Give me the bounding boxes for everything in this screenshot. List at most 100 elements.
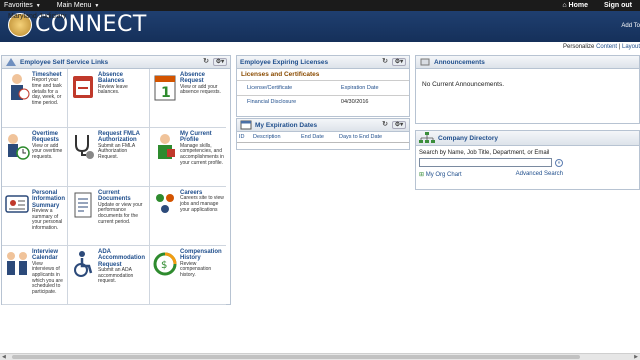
home-label: Home xyxy=(568,2,588,9)
ess-tile-desc: View interviews of applicants in which y… xyxy=(32,260,63,295)
ess-tile[interactable]: Current Documents Update or view your per… xyxy=(68,187,150,246)
interview-icon xyxy=(7,252,27,275)
chevron-down-icon: ▼ xyxy=(94,2,100,9)
timesheet-icon xyxy=(11,74,30,100)
ess-tile[interactable]: Timesheet Report your time and task detai… xyxy=(2,69,68,128)
ess-tile-title[interactable]: ADA Accommodation Request xyxy=(98,249,147,268)
ess-tile[interactable]: Personal Information Summary Review a sum… xyxy=(2,187,68,246)
stethoscope-icon xyxy=(75,135,94,159)
personalize-bar: Personalize Content | Layout xyxy=(563,44,640,50)
overtime-clock-icon xyxy=(8,134,30,160)
column-header: End Date xyxy=(299,132,337,143)
home-link[interactable]: ⌂ Home xyxy=(558,0,592,11)
ess-tile[interactable]: Careers Careers site to view jobs and man… xyxy=(150,187,226,246)
scroll-right-icon[interactable]: ▶ xyxy=(634,354,638,360)
ess-tile[interactable]: Absence Balances Review leave balances. xyxy=(68,69,150,128)
pagelet-header: Employee Expiring Licenses ↻ ⚙▾ xyxy=(237,56,409,69)
ess-tile[interactable]: My Current Profile Manage skills, compete… xyxy=(150,128,226,187)
search-go-button[interactable]: » xyxy=(555,158,563,167)
directory-search-input[interactable] xyxy=(419,158,552,167)
ess-tile[interactable]: $ Compensation History Review compensation… xyxy=(150,246,226,305)
pagelet-header: Company Directory xyxy=(416,131,639,146)
scrollbar-thumb[interactable] xyxy=(12,355,580,359)
column-header: ID xyxy=(237,132,251,143)
scroll-left-icon[interactable]: ◀ xyxy=(2,354,6,360)
advanced-search-link[interactable]: Advanced Search xyxy=(516,171,563,178)
gear-icon[interactable]: ⚙▾ xyxy=(392,58,406,66)
add-to-link[interactable]: Add To xyxy=(621,23,640,29)
expiration-table: ID Description End Date Days to End Date xyxy=(237,132,409,143)
document-icon xyxy=(74,192,92,218)
org-chart-link[interactable]: ⊞ My Org Chart xyxy=(419,171,462,178)
company-directory-pagelet: Company Directory Search by Name, Job Ti… xyxy=(415,130,640,190)
column-header: Description xyxy=(251,132,299,143)
personalize-content-link[interactable]: Content xyxy=(596,44,617,50)
announcement-icon xyxy=(420,58,430,66)
ess-tile-desc: Update or view your performance document… xyxy=(98,201,143,225)
expiring-licenses-pagelet: Employee Expiring Licenses ↻ ⚙▾ Licenses… xyxy=(236,55,410,117)
pagelet-title: Announcements xyxy=(434,58,485,66)
expiration-date: 04/30/2016 xyxy=(340,99,369,106)
org-chart-link-label: My Org Chart xyxy=(425,172,462,178)
licenses-table: License/Certificate Expiration Date Fina… xyxy=(237,81,409,109)
favorites-label: Favorites xyxy=(4,2,33,9)
table-row: Financial Disclosure 04/30/2016 xyxy=(237,95,409,109)
org-chart-icon xyxy=(419,132,435,143)
column-header: Days to End Date xyxy=(337,132,409,143)
expiration-dates-pagelet: My Expiration Dates ↻ ⚙▾ ID Description … xyxy=(236,118,410,150)
pagelet-title: Employee Expiring Licenses xyxy=(240,58,329,66)
refresh-icon[interactable]: ↻ xyxy=(202,58,210,66)
banner: CONNECT Maryland Judiciary Add To xyxy=(0,11,640,42)
column-header: License/Certificate xyxy=(237,81,337,96)
ess-tile[interactable]: Request FMLA Authorization Submit an FMLA… xyxy=(68,128,150,187)
pagelet-title: Company Directory xyxy=(438,134,498,142)
ess-tile-desc: Report your time and task details for a … xyxy=(32,77,62,106)
license-link[interactable]: Financial Disclosure xyxy=(247,99,296,105)
refresh-icon[interactable]: ↻ xyxy=(381,58,389,66)
ess-tile-title[interactable]: Personal Information Summary xyxy=(32,190,65,209)
svg-text:$: $ xyxy=(161,260,167,271)
ess-tile-desc: Careers site to view jobs and manage you… xyxy=(180,195,224,213)
careers-icon xyxy=(156,194,174,213)
pagelet-title: Employee Self Service Links xyxy=(20,58,109,66)
announcements-text: No Current Announcements. xyxy=(422,81,505,88)
ess-tile-grid: Timesheet Report your time and task detai… xyxy=(2,69,230,305)
ess-tile[interactable]: ADA Accommodation Request Submit an ADA a… xyxy=(68,246,150,305)
ess-tile-desc: Review leave balances. xyxy=(98,83,128,96)
ess-tile-desc: Submit an ADA accommodation request. xyxy=(98,267,134,285)
pagelet-header: Announcements xyxy=(416,56,639,69)
logo-subtitle: Maryland Judiciary xyxy=(8,13,67,20)
ess-tile-desc: Submit an FMLA Authorization Request. xyxy=(98,142,135,160)
pagelet-header: My Expiration Dates ↻ ⚙▾ xyxy=(237,119,409,132)
ess-tile[interactable]: 1 Absence Request View or add your absence… xyxy=(150,69,226,128)
ess-links-pagelet: Employee Self Service Links ↻ ⚙▾ Timeshe… xyxy=(1,55,231,305)
licenses-subheader: Licenses and Certificates xyxy=(237,69,409,81)
home-icon: ⌂ xyxy=(562,2,567,9)
ess-tile[interactable]: Overtime Requests View or add your overti… xyxy=(2,128,68,187)
ess-tile-desc: Manage skills, competencies, and accompl… xyxy=(180,142,224,166)
gear-icon[interactable]: ⚙▾ xyxy=(392,121,406,129)
calendar-icon xyxy=(240,120,252,130)
favorites-menu[interactable]: Favorites ▼ xyxy=(0,0,45,11)
ess-tile-desc: View or add your absence requests. xyxy=(180,83,221,96)
calendar-icon: 1 xyxy=(154,75,176,101)
personalize-label: Personalize xyxy=(563,44,595,50)
column-header: Expiration Date xyxy=(336,81,409,96)
ess-tile[interactable]: Interview Calendar View interviews of app… xyxy=(2,246,68,305)
pagelet-header: Employee Self Service Links ↻ ⚙▾ xyxy=(2,56,230,69)
refresh-icon[interactable]: ↻ xyxy=(381,121,389,129)
horizontal-scrollbar[interactable]: ◀ ▶ xyxy=(0,353,640,360)
ess-icon xyxy=(6,58,16,66)
org-chart-small-icon: ⊞ xyxy=(419,172,425,178)
personalize-layout-link[interactable]: Layout xyxy=(622,44,640,50)
gear-icon[interactable]: ⚙▾ xyxy=(213,58,227,66)
wheelchair-icon xyxy=(74,251,93,277)
ess-tile-desc: Review compensation history. xyxy=(180,260,212,278)
signout-link[interactable]: Sign out xyxy=(600,0,636,11)
main-menu[interactable]: Main Menu ▼ xyxy=(53,0,104,11)
ess-tile-desc: View or add your overtime requests. xyxy=(32,142,63,160)
main-menu-label: Main Menu xyxy=(56,2,92,9)
compensation-icon: $ xyxy=(153,252,177,276)
ess-tile-desc: Review a summary of your personal inform… xyxy=(32,208,63,231)
profile-icon xyxy=(158,134,175,159)
